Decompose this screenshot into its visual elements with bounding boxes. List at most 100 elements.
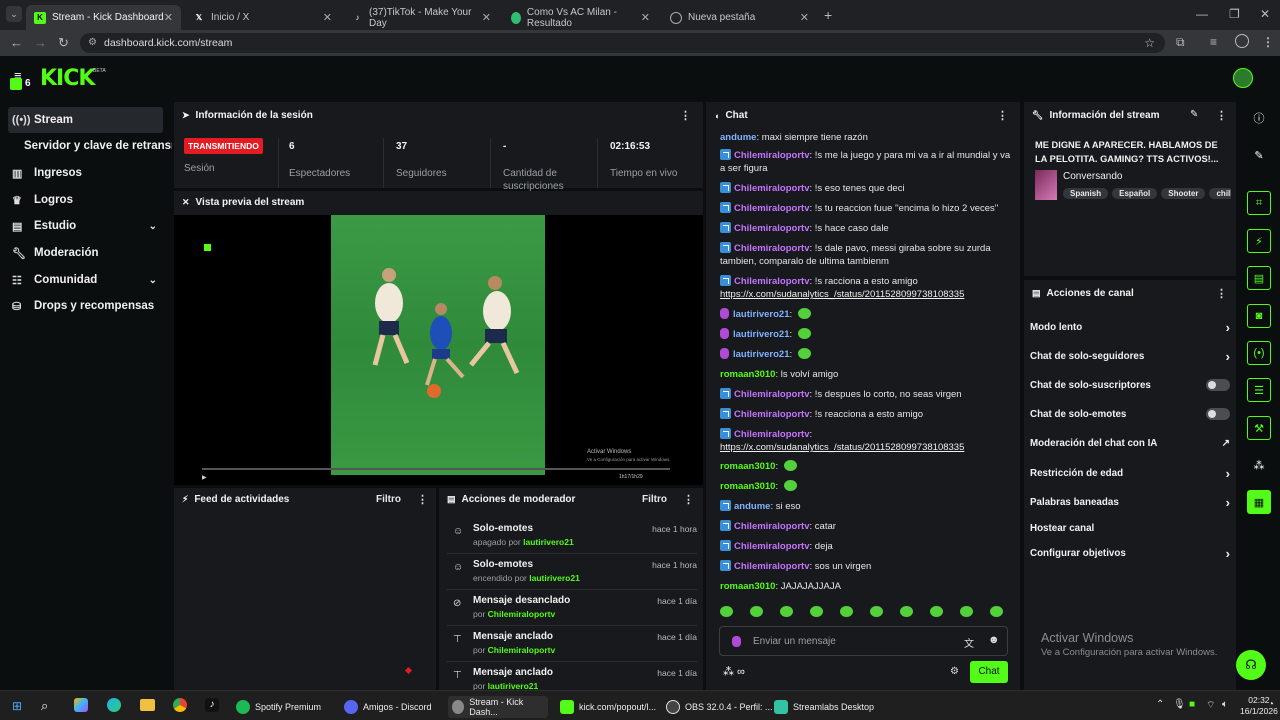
chat-message[interactable]: Chilemiraloportv: !s racciona a esto ami… bbox=[720, 275, 1015, 301]
taskbar-app-streamlabs[interactable]: Streamlabs Desktop bbox=[770, 696, 878, 718]
list-icon[interactable]: ☰ bbox=[1247, 378, 1271, 402]
chat-username[interactable]: Chilemiraloportv bbox=[734, 243, 810, 254]
more-options-icon[interactable]: ⋮ bbox=[1216, 109, 1227, 122]
sidebar-item-server-key[interactable]: Servidor y clave de retransm bbox=[20, 133, 172, 159]
chat-link[interactable]: https://x.com/sudanalytics_/status/20115… bbox=[720, 289, 964, 300]
notifications-icon[interactable]: ◔ bbox=[1268, 699, 1274, 710]
chat-message[interactable]: andume: si eso bbox=[720, 500, 1015, 513]
menu-dots-icon[interactable]: ⋮ bbox=[1262, 35, 1274, 49]
quick-emote-icon[interactable] bbox=[780, 606, 793, 617]
chat-message[interactable]: Chilemiraloportv: catar bbox=[720, 520, 1015, 533]
tag[interactable]: Spanish bbox=[1063, 188, 1109, 199]
chat-username[interactable]: romaan3010 bbox=[720, 369, 775, 380]
chat-username[interactable]: romaan3010 bbox=[720, 481, 775, 492]
chat-message[interactable]: Chilemiraloportv: deja bbox=[720, 540, 1015, 553]
new-tab-icon[interactable]: + bbox=[824, 7, 832, 23]
url-field[interactable]: ⚙ dashboard.kick.com/stream ☆ bbox=[80, 33, 1165, 53]
tag[interactable]: Shooter bbox=[1161, 188, 1206, 199]
send-chat-button[interactable]: Chat bbox=[970, 661, 1008, 683]
mod-action-user[interactable]: lautirivero21 bbox=[488, 681, 539, 690]
chat-username[interactable]: Chilemiraloportv bbox=[734, 150, 810, 161]
avatar[interactable] bbox=[1233, 68, 1253, 88]
sidebar-item-drops[interactable]: ⛁ Drops y recompensas bbox=[8, 293, 163, 319]
window-close-icon[interactable]: ✕ bbox=[1260, 7, 1270, 21]
tag[interactable]: Español bbox=[1112, 188, 1158, 199]
chat-message[interactable]: Chilemiraloportv: !s hace caso dale bbox=[720, 222, 1015, 235]
mod-action-row[interactable]: ☺ Solo-emotes encendido por lautirivero2… bbox=[447, 554, 697, 590]
quick-emote-icon[interactable] bbox=[720, 606, 733, 617]
emote-picker-icon[interactable]: ☻ bbox=[988, 634, 1000, 646]
chat-username[interactable]: Chilemiraloportv bbox=[734, 276, 810, 287]
search-icon[interactable]: ⌕ bbox=[41, 698, 48, 714]
reload-icon[interactable]: ↻ bbox=[58, 35, 69, 51]
clapperboard-icon[interactable]: ▦ bbox=[1247, 490, 1271, 514]
chat-link[interactable]: https://x.com/sudanalytics_/status/20115… bbox=[720, 442, 964, 453]
host-channel-item[interactable]: Hostear canal bbox=[1030, 518, 1230, 538]
quick-emote-icon[interactable] bbox=[750, 606, 763, 617]
chat-message[interactable]: lautirivero21: bbox=[720, 348, 1015, 361]
quick-emote-icon[interactable] bbox=[840, 606, 853, 617]
extensions-icon[interactable]: ⧉ bbox=[1176, 35, 1185, 50]
sidebar-item-stream[interactable]: ((•)) Stream bbox=[8, 107, 163, 133]
copilot-icon[interactable] bbox=[74, 698, 88, 712]
windows-start-icon[interactable]: ⊞ bbox=[12, 699, 22, 713]
chat-message[interactable]: Chilemiraloportv: !s dale pavo, messi gi… bbox=[720, 242, 1015, 268]
chat-message[interactable]: romaan3010: ls volví amigo bbox=[720, 368, 1015, 381]
chat-username[interactable]: Chilemiraloportv bbox=[734, 203, 810, 214]
chat-username[interactable]: lautirivero21 bbox=[733, 329, 790, 340]
chat-message[interactable]: romaan3010: JAJAJAJJAJA bbox=[720, 580, 1015, 593]
chat-username[interactable]: lautirivero21 bbox=[733, 349, 790, 360]
mod-action-row[interactable]: ⊤ Mensaje anclado por Chilemiraloportv h… bbox=[447, 626, 697, 662]
chat-username[interactable]: Chilemiraloportv bbox=[734, 223, 810, 234]
quick-emote-icon[interactable] bbox=[900, 606, 913, 617]
sidebar-item-estudio[interactable]: ▤ Estudio ⌄ bbox=[8, 213, 163, 239]
chat-username[interactable]: Chilemiraloportv bbox=[734, 561, 810, 572]
tab-search-icon[interactable]: ⌄ bbox=[6, 6, 22, 22]
quick-emote-icon[interactable] bbox=[810, 606, 823, 617]
wifi-icon[interactable]: ⌔ bbox=[1206, 699, 1215, 712]
tab-x[interactable]: 𝕏 Inicio / X ✕ bbox=[185, 5, 340, 30]
mod-action-user[interactable]: Chilemiraloportv bbox=[488, 645, 556, 655]
minimize-icon[interactable]: — bbox=[1196, 7, 1208, 21]
taskbar-app-obs[interactable]: OBS 32.0.4 - Perfil: ... bbox=[662, 696, 777, 718]
chat-message[interactable]: lautirivero21: bbox=[720, 328, 1015, 341]
chat-username[interactable]: andume bbox=[734, 501, 770, 512]
edit-pencil-icon[interactable]: ✎ bbox=[1247, 143, 1271, 167]
points-icon[interactable]: ⁂ ∞ bbox=[723, 665, 745, 678]
more-options-icon[interactable]: ⋮ bbox=[417, 493, 428, 506]
site-info-icon[interactable]: ⚙ bbox=[88, 33, 97, 53]
more-options-icon[interactable]: ⋮ bbox=[680, 109, 691, 122]
chat-message[interactable]: Chilemiraloportv: !s eso tenes que deci bbox=[720, 182, 1015, 195]
chrome-icon[interactable] bbox=[173, 698, 187, 712]
edit-pencil-icon[interactable]: ✎ bbox=[1190, 109, 1198, 120]
sidebar-item-comunidad[interactable]: ☷ Comunidad ⌄ bbox=[8, 267, 163, 293]
edge-icon[interactable] bbox=[107, 698, 121, 712]
maximize-icon[interactable]: ❐ bbox=[1229, 7, 1240, 21]
tab-kick-dashboard[interactable]: K Stream - Kick Dashboard ✕ bbox=[26, 5, 181, 30]
tab-new-tab[interactable]: Nueva pestaña ✕ bbox=[662, 5, 817, 30]
chat-username[interactable]: lautirivero21 bbox=[733, 309, 790, 320]
mod-action-user[interactable]: lautirivero21 bbox=[523, 537, 574, 547]
filter-button[interactable]: Filtro bbox=[376, 494, 401, 505]
play-icon[interactable]: ▶ bbox=[202, 474, 207, 481]
close-icon[interactable]: ✕ bbox=[641, 11, 650, 24]
bookmark-star-icon[interactable]: ☆ bbox=[1144, 33, 1155, 53]
category-thumbnail[interactable] bbox=[1035, 170, 1057, 200]
volume-icon[interactable]: 🔈︎ bbox=[1222, 699, 1228, 710]
age-restriction-item[interactable]: Restricción de edad › bbox=[1030, 463, 1230, 483]
tab-tiktok[interactable]: ♪ (37)TikTok - Make Your Day ✕ bbox=[344, 5, 499, 30]
settings-gear-icon[interactable]: ⚙ bbox=[950, 666, 959, 677]
chevron-up-icon[interactable]: ⌃ bbox=[1156, 699, 1164, 710]
chat-message[interactable]: Chilemiraloportv: !s tu reaccion fuue ''… bbox=[720, 202, 1015, 215]
support-headset-icon[interactable]: ☊ bbox=[1236, 650, 1266, 680]
sidebar-item-logros[interactable]: ♛ Logros bbox=[8, 187, 163, 213]
document-icon[interactable]: ▤ bbox=[1247, 266, 1271, 290]
more-options-icon[interactable]: ⋮ bbox=[997, 109, 1008, 122]
category-name[interactable]: Conversando bbox=[1063, 171, 1122, 182]
taskbar-app-discord[interactable]: Amigos - Discord bbox=[340, 696, 436, 718]
taskbar-app-kick-popout[interactable]: kick.com/popout/l... bbox=[556, 696, 660, 718]
ai-moderation-item[interactable]: Moderación del chat con IA ↗ bbox=[1030, 433, 1230, 453]
chat-username[interactable]: Chilemiraloportv bbox=[734, 409, 810, 420]
emotes-only-toggle[interactable] bbox=[1206, 408, 1230, 420]
chat-username[interactable]: Chilemiraloportv bbox=[734, 429, 810, 440]
